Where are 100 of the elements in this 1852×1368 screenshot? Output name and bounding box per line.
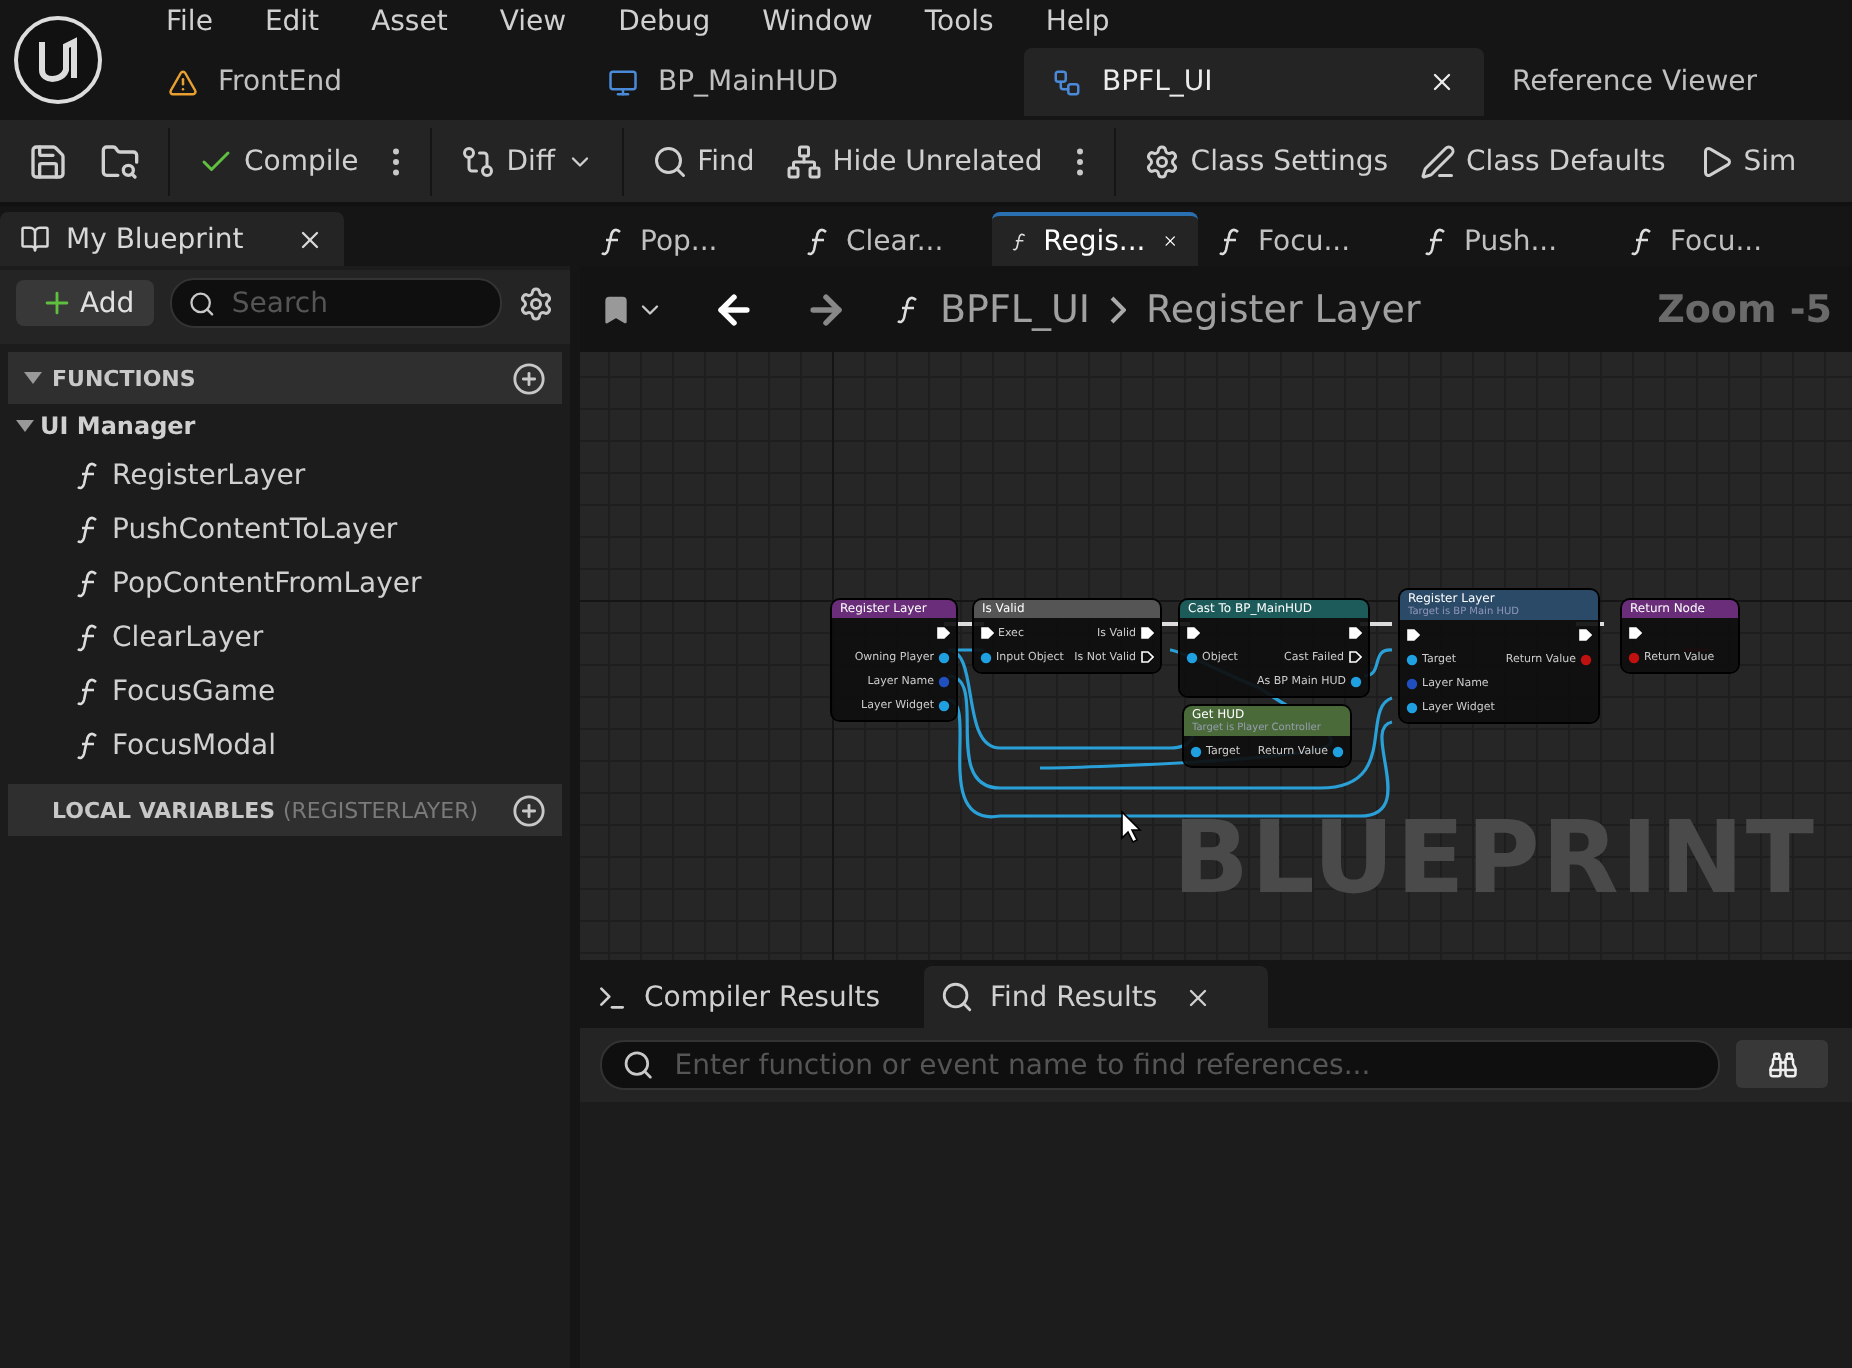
function-item[interactable]: PushContentToLayer bbox=[8, 502, 562, 556]
category-row[interactable]: UI Manager bbox=[8, 404, 562, 448]
function-item[interactable]: PopContentFromLayer bbox=[8, 556, 562, 610]
search-input[interactable]: Search bbox=[227, 285, 484, 321]
exec-pin-icon[interactable] bbox=[1186, 626, 1200, 640]
data-pin-icon[interactable] bbox=[1406, 701, 1418, 713]
menu-item[interactable]: Help bbox=[1019, 6, 1136, 38]
terminal-icon bbox=[596, 981, 628, 1013]
data-pin-icon[interactable] bbox=[938, 675, 950, 687]
pen-icon bbox=[1420, 143, 1457, 179]
data-pin-icon[interactable] bbox=[1628, 651, 1640, 663]
data-pin-icon[interactable] bbox=[1406, 653, 1418, 665]
function-icon bbox=[76, 515, 100, 543]
folder-search-icon bbox=[100, 141, 140, 181]
menu-item[interactable]: Asset bbox=[345, 6, 474, 38]
exec-pin-icon[interactable] bbox=[936, 626, 950, 640]
expand-arrow-icon bbox=[24, 371, 42, 385]
graph-tab[interactable]: Regis... bbox=[992, 212, 1198, 266]
exec-pin-icon[interactable] bbox=[1348, 626, 1362, 640]
settings-icon bbox=[1144, 143, 1181, 179]
function-icon bbox=[76, 731, 100, 759]
section-title: LOCAL VARIABLES (REGISTERLAYER) bbox=[52, 797, 479, 823]
toolbar-button[interactable]: Class Settings bbox=[1132, 135, 1401, 187]
add-button[interactable]: Add bbox=[16, 280, 155, 326]
exec-pin-icon[interactable] bbox=[1140, 650, 1154, 664]
book-icon bbox=[20, 224, 50, 254]
breadcrumb-item[interactable]: Register Layer bbox=[1146, 287, 1421, 331]
exec-pin-icon[interactable] bbox=[1348, 650, 1362, 664]
menu-item[interactable]: Debug bbox=[592, 6, 737, 38]
find-button[interactable] bbox=[1736, 1040, 1828, 1088]
exec-pin-icon[interactable] bbox=[1406, 628, 1420, 642]
breadcrumb-item[interactable]: BPFL_UI bbox=[940, 287, 1091, 331]
logo-icon[interactable] bbox=[12, 14, 104, 106]
find-field[interactable]: Enter function or event name to find references... bbox=[600, 1040, 1720, 1090]
menu-item[interactable]: Edit bbox=[238, 6, 346, 38]
data-pin-icon[interactable] bbox=[1580, 653, 1592, 665]
diagram-icon bbox=[1052, 67, 1082, 97]
exec-pin-icon[interactable] bbox=[1140, 626, 1154, 640]
function-item[interactable]: ClearLayer bbox=[8, 610, 562, 664]
menu-item[interactable]: View bbox=[473, 6, 593, 38]
data-pin-icon[interactable] bbox=[938, 651, 950, 663]
binoculars-icon bbox=[1767, 1049, 1797, 1079]
add-icon[interactable] bbox=[512, 361, 546, 395]
data-pin-icon[interactable] bbox=[1350, 675, 1362, 687]
warning-icon bbox=[168, 67, 198, 97]
results-tab[interactable]: Find Results bbox=[924, 966, 1268, 1028]
data-pin-icon[interactable] bbox=[1190, 745, 1202, 757]
plus-icon bbox=[40, 286, 74, 320]
function-item[interactable]: FocusGame bbox=[8, 664, 562, 718]
function-icon bbox=[1218, 227, 1242, 255]
exec-pin-icon[interactable] bbox=[980, 626, 994, 640]
graph-tab[interactable]: Focu... bbox=[1198, 212, 1404, 266]
function-icon bbox=[600, 227, 624, 255]
data-pin-icon[interactable] bbox=[1406, 677, 1418, 689]
toolbar-button[interactable]: Diff bbox=[448, 135, 606, 187]
menu-item[interactable]: Tools bbox=[898, 6, 1020, 38]
toolbar-button[interactable]: Compile bbox=[186, 135, 371, 187]
menu-item[interactable]: File bbox=[140, 6, 239, 38]
function-icon bbox=[76, 461, 100, 489]
toolbar-button[interactable]: Class Defaults bbox=[1408, 135, 1678, 187]
toolbar-button[interactable]: Sim bbox=[1685, 135, 1809, 187]
function-icon bbox=[76, 623, 100, 651]
exec-pin-icon[interactable] bbox=[1578, 628, 1592, 642]
section-title: FUNCTIONS bbox=[52, 365, 196, 391]
close-icon[interactable] bbox=[1428, 68, 1456, 96]
document-tab[interactable]: FrontEnd bbox=[140, 48, 580, 116]
search-icon bbox=[622, 1048, 655, 1082]
document-tab[interactable]: BPFL_UI bbox=[1024, 48, 1484, 116]
function-icon bbox=[1630, 227, 1654, 255]
document-tab[interactable]: Reference Viewer bbox=[1484, 48, 1804, 116]
function-icon bbox=[76, 677, 100, 705]
graph-tab[interactable]: Focu... bbox=[1610, 212, 1816, 266]
search-field[interactable]: Search bbox=[170, 278, 502, 328]
data-pin-icon[interactable] bbox=[1332, 745, 1344, 757]
section-header[interactable]: LOCAL VARIABLES (REGISTERLAYER) bbox=[8, 784, 562, 836]
add-icon[interactable] bbox=[512, 793, 546, 827]
bookmark-icon[interactable] bbox=[600, 293, 632, 325]
graph-tab[interactable]: Clear... bbox=[786, 212, 992, 266]
search-icon bbox=[651, 143, 688, 179]
exec-pin-icon[interactable] bbox=[1628, 626, 1642, 640]
panel-tab[interactable]: My Blueprint bbox=[0, 212, 344, 266]
compare-icon bbox=[460, 143, 497, 179]
graph-tab[interactable]: Pop... bbox=[580, 212, 786, 266]
results-tab[interactable]: Compiler Results bbox=[580, 966, 924, 1028]
zoom-level: Zoom -5 bbox=[1657, 287, 1832, 331]
function-icon bbox=[76, 569, 100, 597]
toolbar-button[interactable]: Find bbox=[639, 135, 767, 187]
graph-tab[interactable]: Push... bbox=[1404, 212, 1610, 266]
data-pin-icon[interactable] bbox=[938, 699, 950, 711]
function-item[interactable]: RegisterLayer bbox=[8, 448, 562, 502]
function-item[interactable]: FocusModal bbox=[8, 718, 562, 772]
section-header[interactable]: FUNCTIONS bbox=[8, 352, 562, 404]
settings-icon[interactable] bbox=[518, 285, 554, 321]
data-pin-icon[interactable] bbox=[980, 651, 992, 663]
data-pin-icon[interactable] bbox=[1186, 651, 1198, 663]
document-tab[interactable]: BP_MainHUD bbox=[580, 48, 1024, 116]
menu-item[interactable]: Window bbox=[736, 6, 899, 38]
toolbar-button[interactable]: Hide Unrelated bbox=[774, 135, 1055, 187]
panel-tab-label: My Blueprint bbox=[66, 223, 244, 255]
save-icon bbox=[28, 141, 68, 181]
